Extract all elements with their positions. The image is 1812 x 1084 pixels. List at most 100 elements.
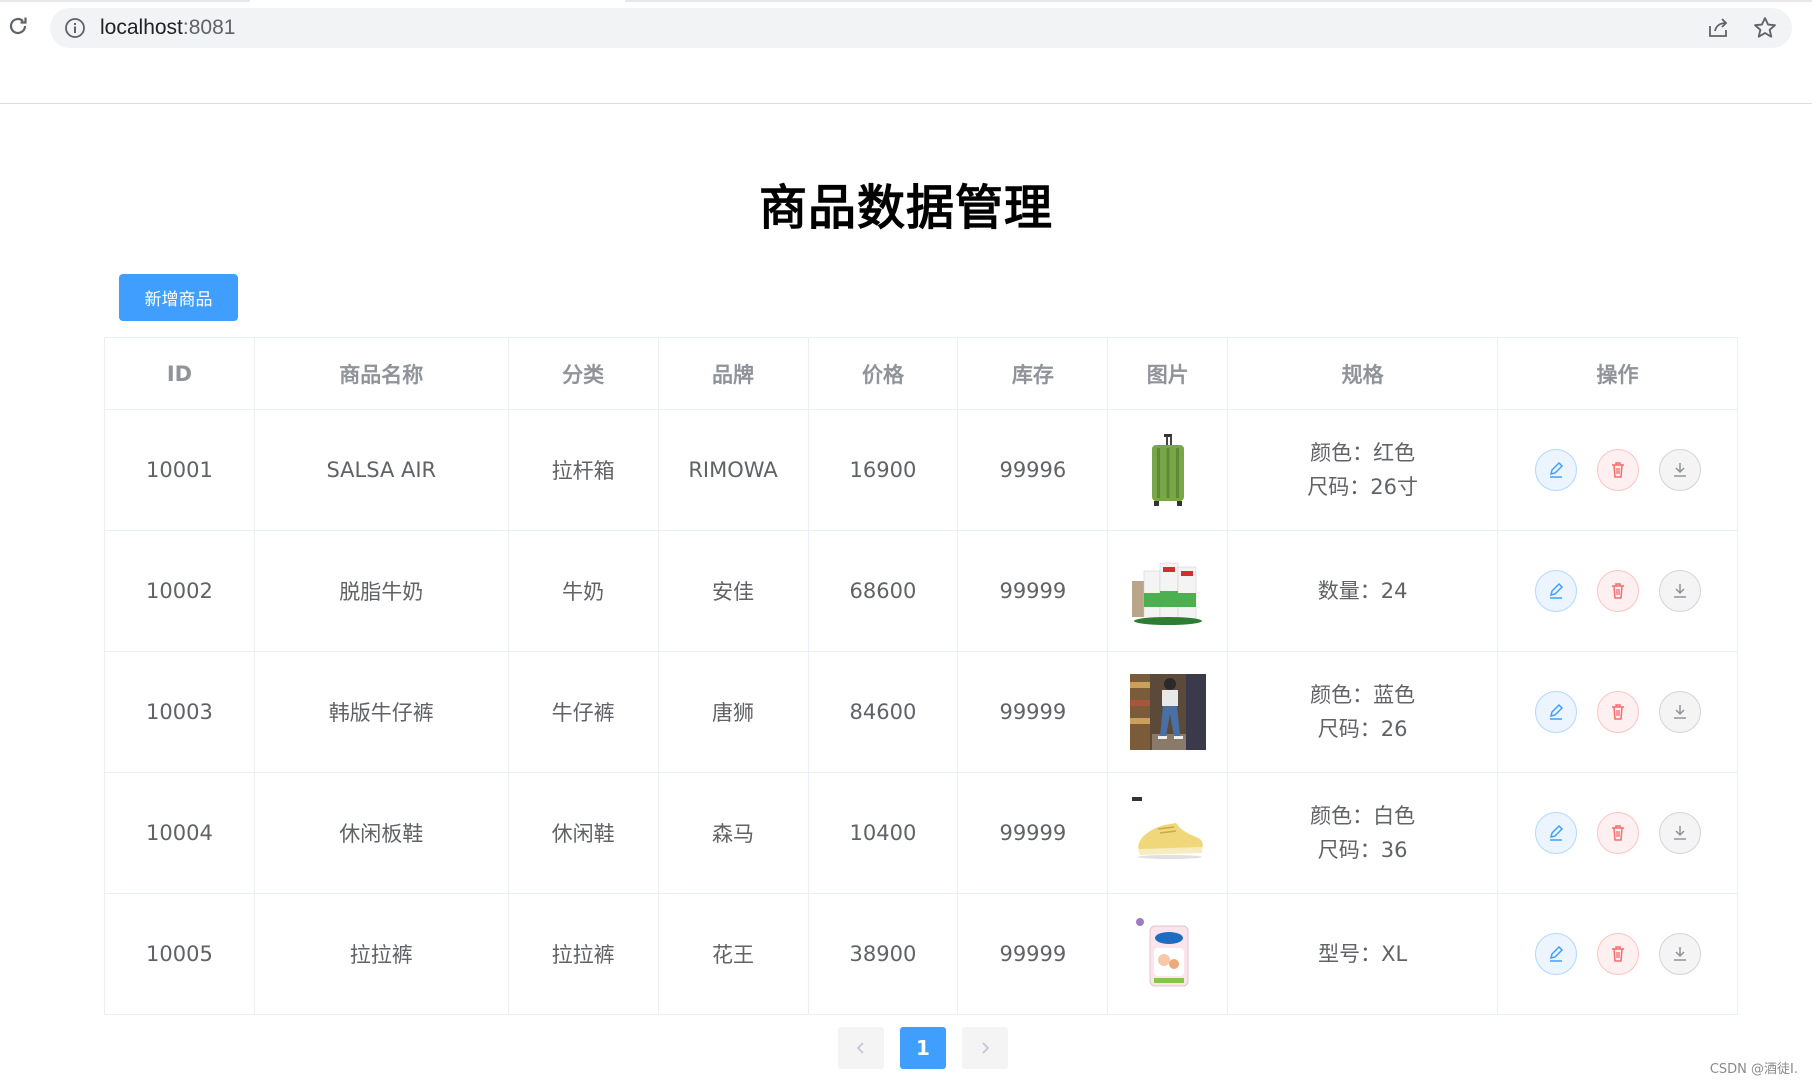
table-row: 10003 韩版牛仔裤 牛仔裤 唐狮 84600 99999 颜色：蓝色 尺码：…	[104, 651, 1738, 773]
header-stock[interactable]: 库存	[957, 337, 1109, 410]
watermark: CSDN @酒徒I.	[1709, 1062, 1798, 1077]
cell-brand: 安佳	[657, 530, 809, 652]
cell-spec: 颜色：蓝色 尺码：26	[1227, 651, 1499, 773]
cell-id: 10003	[104, 651, 255, 773]
edit-button[interactable]	[1534, 570, 1577, 612]
tab-strip	[0, 0, 1812, 2]
cell-spec: 颜色：白色 尺码：36	[1227, 772, 1499, 894]
sneaker-image[interactable]	[1130, 795, 1206, 871]
header-brand[interactable]: 品牌	[657, 337, 809, 410]
cell-brand: 花王	[657, 893, 809, 1015]
edit-button[interactable]	[1534, 812, 1577, 854]
header-id[interactable]: ID	[104, 337, 255, 410]
add-product-button[interactable]: 新增商品	[119, 274, 238, 321]
download-icon	[1673, 463, 1686, 477]
cell-price: 10400	[807, 772, 959, 894]
browser-chrome: localhost:8081	[0, 0, 1812, 104]
cell-name: 韩版牛仔裤	[253, 651, 509, 773]
cell-price: 68600	[807, 530, 959, 652]
cell-category: 拉杆箱	[507, 409, 659, 531]
cell-actions	[1497, 651, 1738, 773]
cell-image	[1107, 893, 1229, 1015]
delete-icon	[1611, 825, 1624, 841]
cell-id: 10002	[104, 530, 255, 652]
header-price[interactable]: 价格	[807, 337, 959, 410]
info-icon[interactable]	[64, 17, 86, 39]
milk-image[interactable]	[1130, 553, 1206, 629]
cell-spec: 型号：XL	[1227, 893, 1499, 1015]
jeans-image[interactable]	[1129, 674, 1206, 750]
cell-spec: 颜色：红色 尺码：26寸	[1227, 409, 1499, 531]
cell-actions	[1497, 530, 1738, 652]
delete-icon	[1611, 583, 1624, 599]
download-button[interactable]	[1658, 812, 1701, 854]
edit-icon	[1549, 582, 1563, 599]
cell-id: 10001	[104, 409, 255, 531]
cell-brand: 唐狮	[657, 651, 809, 773]
chevron-left-icon	[856, 1042, 864, 1054]
cell-category: 拉拉裤	[507, 893, 659, 1015]
pagination: 1	[838, 1027, 1008, 1069]
bookmark-star-icon[interactable]	[1752, 15, 1778, 41]
header-name[interactable]: 商品名称	[253, 337, 509, 410]
page-number-current[interactable]: 1	[900, 1027, 946, 1069]
url-host: localhost	[100, 16, 183, 39]
download-icon	[1673, 947, 1686, 961]
delete-button[interactable]	[1596, 570, 1639, 612]
delete-button[interactable]	[1596, 691, 1639, 733]
header-spec[interactable]: 规格	[1227, 337, 1499, 410]
cell-price: 16900	[807, 409, 959, 531]
delete-button[interactable]	[1596, 812, 1639, 854]
diaper-image[interactable]	[1130, 916, 1206, 992]
cell-name: 脱脂牛奶	[253, 530, 509, 652]
cell-actions	[1497, 772, 1738, 894]
cell-stock: 99999	[957, 772, 1109, 894]
cell-id: 10005	[104, 893, 255, 1015]
download-button[interactable]	[1658, 691, 1701, 733]
edit-button[interactable]	[1534, 691, 1577, 733]
download-icon	[1673, 705, 1686, 719]
cell-actions	[1497, 893, 1738, 1015]
next-page-button[interactable]	[962, 1027, 1008, 1069]
spec-line: 颜色：红色	[1310, 441, 1416, 465]
cell-actions	[1497, 409, 1738, 531]
edit-icon	[1549, 703, 1563, 720]
delete-button[interactable]	[1596, 933, 1639, 975]
edit-icon	[1549, 945, 1563, 962]
delete-button[interactable]	[1596, 449, 1639, 491]
product-table: ID 商品名称 分类 品牌 价格 库存 图片 规格 操作 10001 SALSA…	[104, 337, 1738, 1015]
cell-image	[1107, 772, 1229, 894]
prev-page-button[interactable]	[838, 1027, 884, 1069]
chevron-right-icon	[982, 1042, 990, 1054]
table-row: 10001 SALSA AIR 拉杆箱 RIMOWA 16900 99996 颜…	[104, 409, 1738, 531]
share-icon[interactable]	[1706, 16, 1730, 40]
cell-brand: 森马	[657, 772, 809, 894]
cell-brand: RIMOWA	[657, 409, 809, 531]
edit-button[interactable]	[1534, 933, 1577, 975]
cell-category: 休闲鞋	[507, 772, 659, 894]
address-bar[interactable]: localhost:8081	[50, 8, 1792, 48]
edit-icon	[1549, 824, 1563, 841]
header-actions: 操作	[1497, 337, 1738, 410]
download-button[interactable]	[1658, 933, 1701, 975]
delete-icon	[1611, 704, 1624, 720]
cell-category: 牛仔裤	[507, 651, 659, 773]
reload-icon[interactable]	[4, 12, 32, 40]
cell-id: 10004	[104, 772, 255, 894]
edit-button[interactable]	[1534, 449, 1577, 491]
download-icon	[1673, 826, 1686, 840]
url-text[interactable]: localhost:8081	[100, 16, 235, 40]
cell-image	[1107, 530, 1229, 652]
table-row: 10004 休闲板鞋 休闲鞋 森马 10400 99999 颜色：白色 尺码：3…	[104, 772, 1738, 894]
header-image[interactable]: 图片	[1107, 337, 1229, 410]
table-row: 10005 拉拉裤 拉拉裤 花王 38900 99999 型号：XL	[104, 893, 1738, 1015]
header-category[interactable]: 分类	[507, 337, 659, 410]
delete-icon	[1611, 946, 1624, 962]
cell-name: 休闲板鞋	[253, 772, 509, 894]
spec-line: 颜色：蓝色	[1310, 683, 1416, 707]
table-row: 10002 脱脂牛奶 牛奶 安佳 68600 99999 数量：24	[104, 530, 1738, 652]
download-button[interactable]	[1658, 570, 1701, 612]
download-button[interactable]	[1658, 449, 1701, 491]
spec-line: 型号：XL	[1318, 942, 1408, 966]
suitcase-image[interactable]	[1130, 432, 1206, 508]
